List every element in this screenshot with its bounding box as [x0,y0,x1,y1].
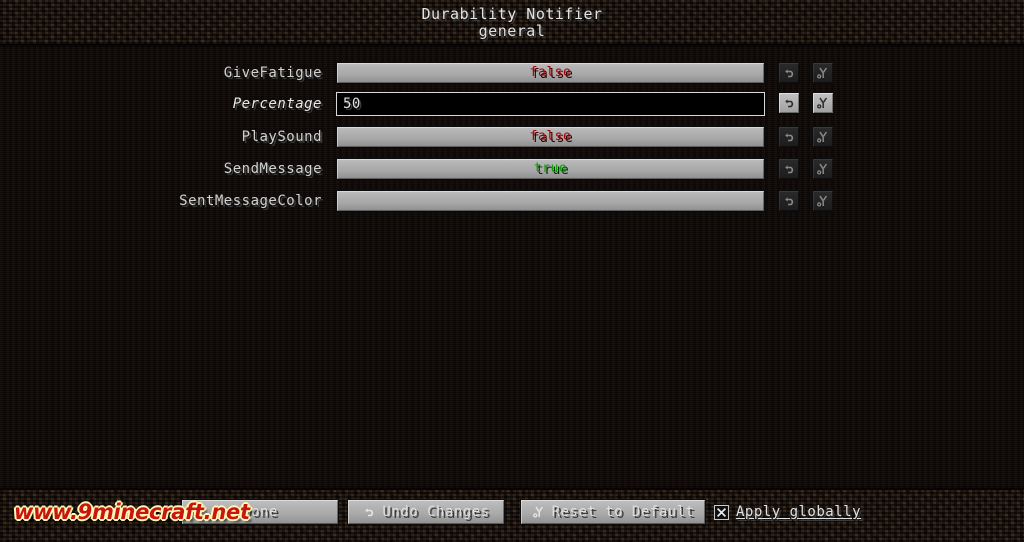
page-title-subtitle: general [478,22,546,40]
undo-arrow-icon [782,194,796,208]
config-value-button-playsound[interactable]: false [336,126,765,148]
reset-button-playsound[interactable] [812,126,834,148]
undo-changes-button[interactable]: Undo Changes [347,499,505,525]
undo-button-sendmessage[interactable] [778,158,800,180]
reset-to-default-button[interactable]: Reset to Default [520,499,706,525]
config-value-text-percentage: 50 [343,96,361,112]
config-row-givefatigue: GiveFatigue false [0,61,1024,85]
config-row-sendmessage: SendMessage true [0,157,1024,181]
config-value-button-sendmessage[interactable]: true [336,158,765,180]
undo-changes-button-label: Undo Changes [382,504,490,520]
reset-to-default-icon [816,162,830,176]
undo-arrow-icon [782,66,796,80]
config-value-text-givefatigue: false [529,65,572,80]
config-row-playsound: PlaySound false [0,125,1024,149]
config-label-sentmessagecolor: SentMessageColor [179,193,322,209]
undo-button-givefatigue[interactable] [778,62,800,84]
config-text-input-percentage[interactable]: 50 [336,92,765,116]
reset-to-default-icon [816,194,830,208]
undo-arrow-icon [782,130,796,144]
undo-arrow-icon [362,505,376,519]
undo-arrow-icon [782,96,796,110]
config-label-givefatigue: GiveFatigue [223,65,322,81]
page-title: Durability Notifier general [0,6,1024,40]
reset-button-givefatigue[interactable] [812,62,834,84]
apply-globally-checkbox[interactable] [714,503,729,522]
config-label-playsound: PlaySound [241,129,322,145]
reset-to-default-icon [532,505,546,519]
undo-button-percentage[interactable] [778,92,800,114]
apply-globally-label: Apply globally [736,504,862,520]
reset-button-percentage[interactable] [812,92,834,114]
done-button[interactable]: Done [181,499,339,525]
reset-to-default-icon [816,96,830,110]
config-label-sendmessage: SendMessage [223,161,322,177]
config-value-button-givefatigue[interactable]: false [336,62,765,84]
close-icon [716,503,727,522]
reset-to-default-icon [816,66,830,80]
config-row-sentmessagecolor: SentMessageColor [0,189,1024,213]
reset-to-default-button-label: Reset to Default [551,504,695,520]
undo-arrow-icon [782,162,796,176]
apply-globally-checkbox-row[interactable]: Apply globally [714,499,861,525]
config-value-text-sendmessage: true [533,161,568,176]
done-button-label: Done [242,504,278,520]
config-row-percentage: Percentage 50 [0,92,1024,116]
footer-button-bar: Done Undo Changes Reset to Default Apply… [0,499,1024,525]
undo-button-sentmessagecolor[interactable] [778,190,800,212]
config-label-percentage: Percentage [232,96,322,112]
reset-to-default-icon [816,130,830,144]
config-value-button-sentmessagecolor[interactable] [336,190,765,212]
page-title-main: Durability Notifier [421,5,603,23]
reset-button-sendmessage[interactable] [812,158,834,180]
reset-button-sentmessagecolor[interactable] [812,190,834,212]
undo-button-playsound[interactable] [778,126,800,148]
config-value-text-playsound: false [529,129,572,144]
minecraft-config-screen: Durability Notifier general GiveFatigue … [0,0,1024,542]
